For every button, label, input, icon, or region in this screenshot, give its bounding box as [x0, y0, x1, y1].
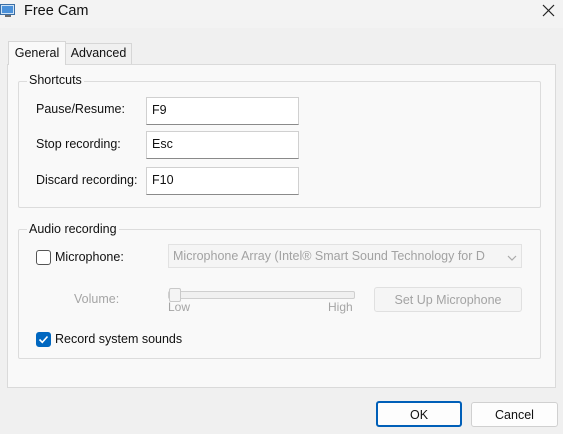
tab-advanced[interactable]: Advanced: [66, 43, 132, 64]
microphone-device-value: Microphone Array (Intel® Smart Sound Tec…: [173, 249, 485, 263]
discard-recording-hotkey-field[interactable]: F10: [146, 167, 299, 195]
microphone-label[interactable]: Microphone:: [55, 250, 124, 264]
microphone-checkbox[interactable]: [36, 250, 51, 265]
audio-recording-group-title: Audio recording: [27, 222, 119, 236]
record-system-sounds-checkbox[interactable]: [36, 332, 51, 347]
close-icon: [542, 4, 555, 20]
cancel-button[interactable]: Cancel: [471, 402, 558, 427]
record-system-sounds-label[interactable]: Record system sounds: [55, 332, 182, 346]
discard-recording-label: Discard recording:: [36, 173, 138, 187]
set-up-microphone-button[interactable]: Set Up Microphone: [374, 287, 522, 312]
monitor-app-icon: [0, 3, 16, 19]
tab-general[interactable]: General: [8, 41, 66, 65]
window-title: Free Cam: [24, 3, 89, 19]
volume-slider-track[interactable]: [168, 291, 355, 299]
checkmark-icon: [38, 335, 49, 344]
microphone-device-select[interactable]: Microphone Array (Intel® Smart Sound Tec…: [168, 244, 522, 268]
volume-high-label: High: [328, 300, 353, 314]
shortcuts-group-title: Shortcuts: [27, 73, 84, 87]
pause-resume-label: Pause/Resume:: [36, 102, 125, 116]
close-button[interactable]: [533, 0, 563, 24]
title-bar: Free Cam: [0, 0, 563, 28]
stop-recording-hotkey-field[interactable]: Esc: [146, 131, 299, 159]
stop-recording-label: Stop recording:: [36, 137, 121, 151]
ok-button[interactable]: OK: [376, 401, 462, 427]
chevron-down-icon: [507, 251, 517, 265]
pause-resume-hotkey-field[interactable]: F9: [146, 97, 299, 125]
volume-low-label: Low: [168, 300, 191, 314]
volume-label: Volume:: [74, 292, 120, 306]
